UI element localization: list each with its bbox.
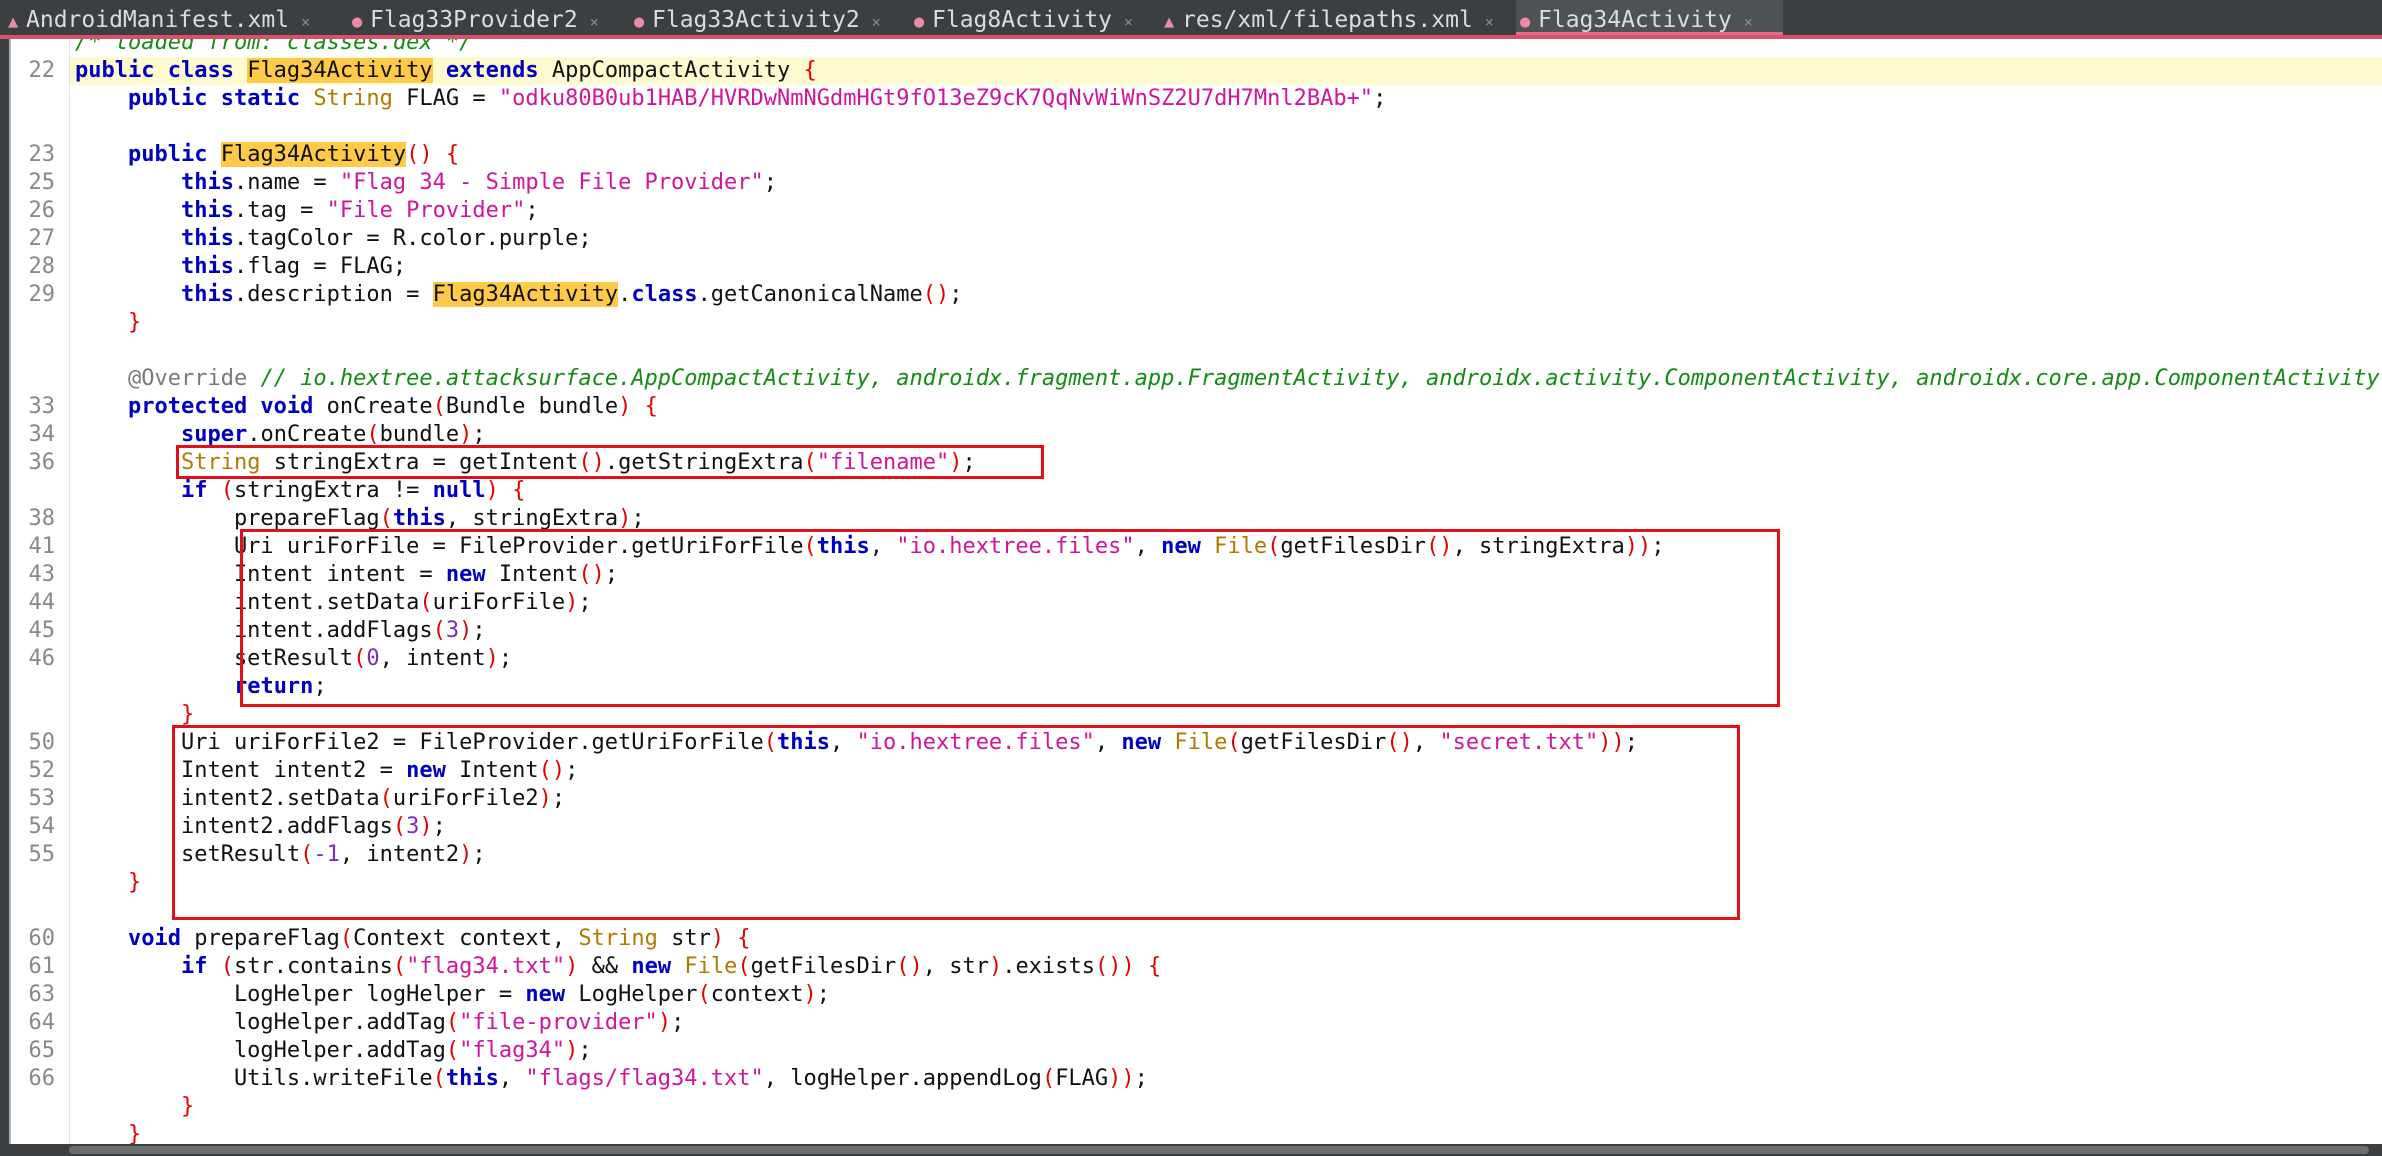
code-line: logHelper.addTag("flag34"); [75,1038,592,1063]
manifest-icon: ▲ [8,12,19,32]
horizontal-scrollbar[interactable] [9,1144,2382,1156]
line-number: 44 [28,590,56,615]
tab-flag8activity[interactable]: ● Flag8Activity × [910,0,1148,35]
code-line: void prepareFlag(Context context, String… [127,926,751,951]
line-number: 66 [28,1066,56,1091]
line-number: 46 [28,646,56,671]
annotation-box-secret-result [172,725,1740,920]
line-number: 54 [28,814,56,839]
line-number: 38 [28,506,56,531]
line-number: 22 [28,58,56,83]
code-line: LogHelper logHelper = new LogHelper(cont… [75,982,831,1007]
line-number: 26 [28,198,56,223]
code-line: } [180,1094,195,1119]
line-number: 36 [28,450,56,475]
close-icon[interactable]: × [872,13,881,31]
code-line: public static String FLAG = "odku80B0ub1… [127,86,1387,111]
code-line: logHelper.addTag("file-provider"); [75,1010,685,1035]
code-line: /* loaded from: classes.dex */ [75,39,473,55]
code-line: this.name = "Flag 34 - Simple File Provi… [180,170,778,195]
line-number: 60 [28,926,56,951]
line-number: 25 [28,170,56,195]
xml-icon: ▲ [1164,12,1175,32]
line-number: 45 [28,618,56,643]
line-number: 61 [28,954,56,979]
line-number: 43 [28,562,56,587]
search-highlight: Flag34Activity [247,58,433,83]
line-number: 65 [28,1038,56,1063]
scrollbar-thumb[interactable] [69,1146,2369,1154]
code-line: } [127,310,142,335]
class-icon: ● [1520,12,1531,32]
close-icon[interactable]: × [1744,13,1753,31]
line-number: 23 [28,142,56,167]
code-line: protected void onCreate(Bundle bundle) { [127,394,658,419]
code-line: this.flag = FLAG; [180,254,407,279]
line-number: 27 [28,226,56,251]
class-icon: ● [914,12,925,32]
line-number: 53 [28,786,56,811]
line-number: 52 [28,758,56,783]
close-icon[interactable]: × [1485,13,1494,31]
tab-flag33provider2[interactable]: ● Flag33Provider2 × [348,0,620,35]
close-icon[interactable]: × [590,13,599,31]
tab-androidmanifest[interactable]: ▲ AndroidManifest.xml × [4,0,339,35]
tab-filepaths-xml[interactable]: ▲ res/xml/filepaths.xml × [1160,0,1500,35]
line-number: 33 [28,394,56,419]
line-number: 41 [28,534,56,559]
class-icon: ● [352,12,363,32]
code-line: this.tagColor = R.color.purple; [180,226,592,251]
line-number: 63 [28,982,56,1007]
line-number: 28 [28,254,56,279]
search-highlight: Flag34Activity [432,282,619,307]
search-highlight: Flag34Activity [220,142,407,167]
tab-flag33activity2[interactable]: ● Flag33Activity2 × [630,0,898,35]
code-line: Utils.writeFile(this, "flags/flag34.txt"… [75,1066,1148,1091]
code-line: public class Flag34Activity extends AppC… [75,58,817,83]
annotation-box-getstringextra [176,445,1044,479]
close-icon[interactable]: × [1124,13,1133,31]
code-line: if (str.contains("flag34.txt") && new Fi… [180,954,1162,979]
annotation-box-filename-result [240,529,1780,707]
close-icon[interactable]: × [301,13,310,31]
code-line: if (stringExtra != null) { [180,478,526,503]
tab-flag34activity[interactable]: ● Flag34Activity × [1516,0,1783,35]
line-number: 34 [28,422,56,447]
code-line: public Flag34Activity() { [127,142,460,167]
line-number: 55 [28,842,56,867]
line-number: 50 [28,730,56,755]
code-line: this.description = Flag34Activity.class.… [180,282,963,307]
code-line: } [127,870,142,895]
code-editor[interactable]: 22 23 25 26 27 28 29 33 34 36 38 41 43 4… [9,39,2382,1144]
line-number: 64 [28,1010,56,1035]
class-icon: ● [634,12,645,32]
code-line: @Override // io.hextree.attacksurface.Ap… [127,366,2380,391]
code-line: this.tag = "File Provider"; [180,198,539,223]
line-number: 29 [28,282,56,307]
editor-tab-bar: ▲ AndroidManifest.xml × ● Flag33Provider2 × … [0,0,2382,39]
code-line: } [127,1122,142,1144]
